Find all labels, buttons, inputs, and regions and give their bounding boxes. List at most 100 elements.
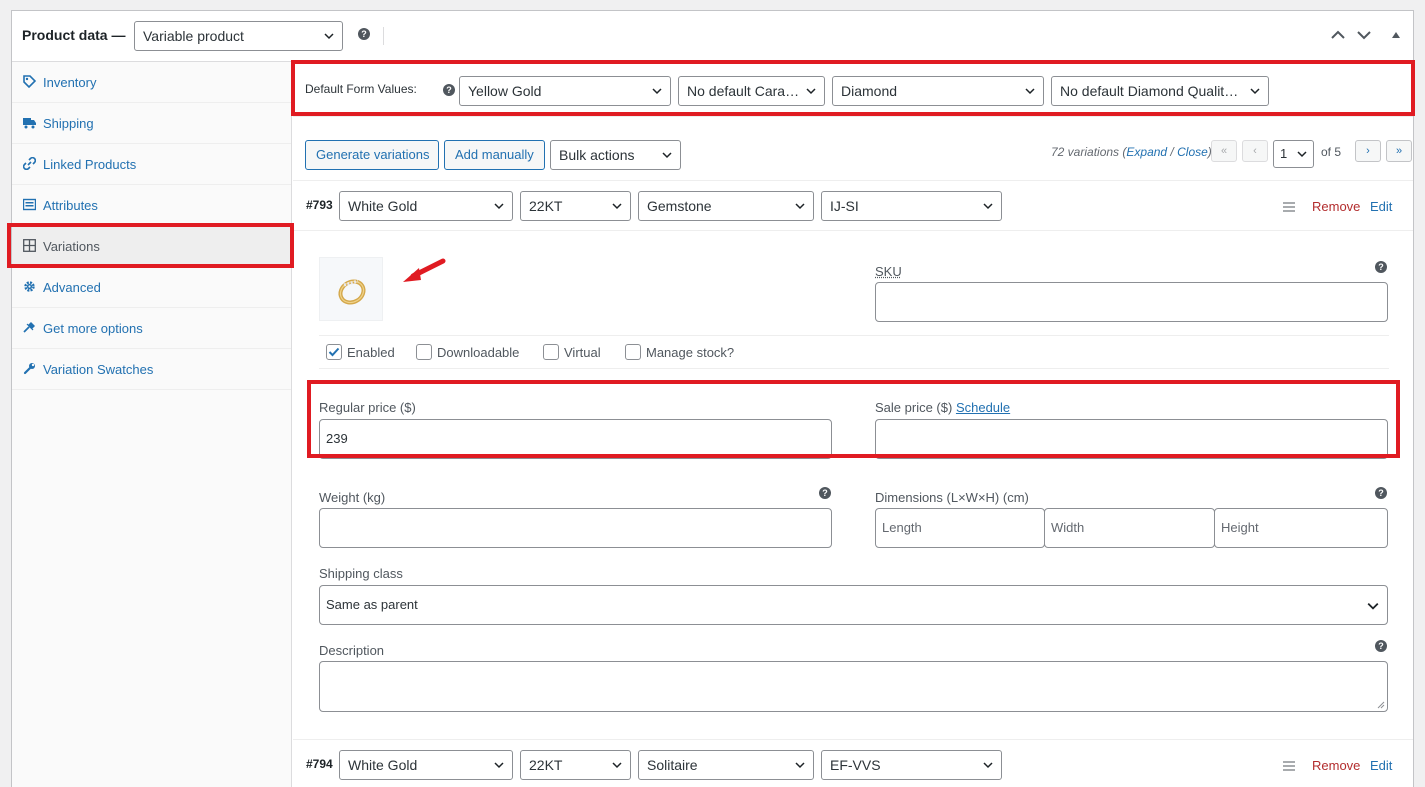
default-metal-select[interactable]: Yellow Gold bbox=[459, 76, 671, 106]
default-carat-select[interactable]: No default Carat… bbox=[678, 76, 825, 106]
bulk-actions-value: Bulk actions bbox=[559, 147, 635, 163]
drag-handle-icon[interactable] bbox=[1283, 202, 1295, 212]
sidebar-item-variations[interactable]: Variations bbox=[12, 226, 291, 267]
help-icon[interactable]: ? bbox=[358, 28, 370, 40]
edit-variation-link[interactable]: Edit bbox=[1370, 758, 1392, 773]
chevron-down-icon bbox=[983, 203, 993, 210]
variation-quality-select[interactable]: EF-VVS bbox=[821, 750, 1002, 780]
variation-stone-select[interactable]: Solitaire bbox=[638, 750, 814, 780]
sidebar-item-label: Variations bbox=[43, 239, 100, 254]
first-page-button[interactable]: « bbox=[1211, 140, 1237, 162]
length-input[interactable]: Length bbox=[875, 508, 1045, 548]
chevron-down-icon bbox=[1250, 88, 1260, 95]
sidebar-item-shipping[interactable]: Shipping bbox=[12, 103, 291, 144]
enabled-checkbox[interactable]: Enabled bbox=[326, 344, 395, 360]
move-up-icon[interactable] bbox=[1330, 27, 1346, 43]
variation-row-793[interactable]: #793 White Gold 22KT Gemstone IJ-SI Remo… bbox=[293, 180, 1413, 231]
checkbox-unchecked bbox=[543, 344, 559, 360]
downloadable-checkbox[interactable]: Downloadable bbox=[416, 344, 519, 360]
checkbox-unchecked bbox=[416, 344, 432, 360]
gear-icon bbox=[24, 281, 35, 292]
sidebar-item-linked-products[interactable]: Linked Products bbox=[12, 144, 291, 185]
ring-image-icon bbox=[338, 279, 366, 305]
sidebar-item-advanced[interactable]: Advanced bbox=[12, 267, 291, 308]
help-icon[interactable]: ? bbox=[1375, 640, 1387, 652]
default-quality-select[interactable]: No default Diamond Quality… bbox=[1051, 76, 1269, 106]
default-metal-value: Yellow Gold bbox=[468, 83, 542, 99]
prev-page-button[interactable]: ‹ bbox=[1242, 140, 1268, 162]
product-data-title: Product data — bbox=[22, 27, 126, 43]
chevron-down-icon bbox=[494, 762, 504, 769]
remove-variation-link[interactable]: Remove bbox=[1312, 199, 1360, 214]
schedule-link[interactable]: Schedule bbox=[956, 400, 1010, 415]
weight-label: Weight (kg) bbox=[319, 490, 386, 505]
collapse-toggle-icon[interactable] bbox=[1388, 27, 1404, 43]
dimensions-label: Dimensions (L×W×H) (cm) bbox=[875, 490, 1029, 505]
regular-price-input[interactable]: 239 bbox=[319, 419, 832, 459]
variation-options-row: Enabled Downloadable Virtual Manage stoc… bbox=[319, 335, 1389, 369]
remove-variation-link[interactable]: Remove bbox=[1312, 758, 1360, 773]
drag-handle-icon[interactable] bbox=[1283, 761, 1295, 771]
default-stone-select[interactable]: Diamond bbox=[832, 76, 1044, 106]
virtual-checkbox[interactable]: Virtual bbox=[543, 344, 601, 360]
variation-metal-select[interactable]: White Gold bbox=[339, 191, 513, 221]
sidebar-item-label: Shipping bbox=[43, 116, 94, 131]
add-manually-button[interactable]: Add manually bbox=[444, 140, 545, 170]
close-link[interactable]: Close bbox=[1177, 145, 1208, 159]
variation-id: #793 bbox=[306, 198, 333, 212]
variation-carat-select[interactable]: 22KT bbox=[520, 750, 631, 780]
last-page-button[interactable]: » bbox=[1386, 140, 1412, 162]
sidebar-item-label: Variation Swatches bbox=[43, 362, 154, 377]
chevron-down-icon bbox=[1025, 88, 1035, 95]
chevron-down-icon bbox=[983, 762, 993, 769]
variation-metal-select[interactable]: White Gold bbox=[339, 750, 513, 780]
virtual-label: Virtual bbox=[564, 345, 601, 360]
checkmark-icon bbox=[328, 347, 340, 357]
checkbox-checked bbox=[326, 344, 342, 360]
sidebar-item-inventory[interactable]: Inventory bbox=[12, 62, 291, 103]
chevron-down-icon bbox=[612, 762, 622, 769]
sku-input[interactable] bbox=[875, 282, 1388, 322]
sale-price-label-text: Sale price ($) bbox=[875, 400, 953, 415]
page-total: of 5 bbox=[1321, 145, 1342, 159]
variation-metal-value: White Gold bbox=[348, 198, 418, 214]
variation-carat-select[interactable]: 22KT bbox=[520, 191, 631, 221]
page-select[interactable]: 1 bbox=[1273, 140, 1314, 168]
arrow-annotation-icon bbox=[403, 258, 446, 282]
width-input[interactable]: Width bbox=[1044, 508, 1215, 548]
variation-image[interactable] bbox=[319, 257, 383, 321]
chevron-down-icon bbox=[494, 203, 504, 210]
sidebar-item-attributes[interactable]: Attributes bbox=[12, 185, 291, 226]
product-data-panel: Product data — Variable product ? Invent… bbox=[11, 10, 1414, 787]
generate-variations-button[interactable]: Generate variations bbox=[305, 140, 439, 170]
help-icon[interactable]: ? bbox=[1375, 261, 1387, 273]
variation-row-794[interactable]: #794 White Gold 22KT Solitaire EF-VVS Re… bbox=[293, 739, 1413, 787]
resize-grip-icon[interactable] bbox=[1377, 701, 1385, 709]
product-type-select[interactable]: Variable product bbox=[134, 21, 343, 51]
bulk-actions-select[interactable]: Bulk actions bbox=[550, 140, 681, 170]
manage-stock-checkbox[interactable]: Manage stock? bbox=[625, 344, 734, 360]
variation-quality-select[interactable]: IJ-SI bbox=[821, 191, 1002, 221]
help-icon[interactable]: ? bbox=[443, 84, 455, 96]
regular-price-label: Regular price ($) bbox=[319, 400, 416, 415]
variation-id: #794 bbox=[306, 757, 333, 771]
description-textarea[interactable] bbox=[319, 661, 1388, 712]
move-down-icon[interactable] bbox=[1356, 27, 1372, 43]
sidebar-item-variation-swatches[interactable]: Variation Swatches bbox=[12, 349, 291, 390]
sidebar-item-get-more-options[interactable]: Get more options bbox=[12, 308, 291, 349]
sidebar-item-label: Attributes bbox=[43, 198, 98, 213]
expand-link[interactable]: Expand bbox=[1126, 145, 1167, 159]
help-icon[interactable]: ? bbox=[819, 487, 831, 499]
edit-variation-link[interactable]: Edit bbox=[1370, 199, 1392, 214]
sidebar-item-label: Inventory bbox=[43, 75, 97, 90]
variation-stone-value: Gemstone bbox=[647, 198, 712, 214]
help-icon[interactable]: ? bbox=[1375, 487, 1387, 499]
height-input[interactable]: Height bbox=[1214, 508, 1388, 548]
next-page-button[interactable]: › bbox=[1355, 140, 1381, 162]
variation-stone-select[interactable]: Gemstone bbox=[638, 191, 814, 221]
default-stone-value: Diamond bbox=[841, 83, 898, 99]
product-type-value: Variable product bbox=[143, 28, 244, 44]
sale-price-input[interactable] bbox=[875, 419, 1388, 459]
weight-input[interactable] bbox=[319, 508, 832, 548]
shipping-class-select[interactable]: Same as parent bbox=[319, 585, 1388, 625]
